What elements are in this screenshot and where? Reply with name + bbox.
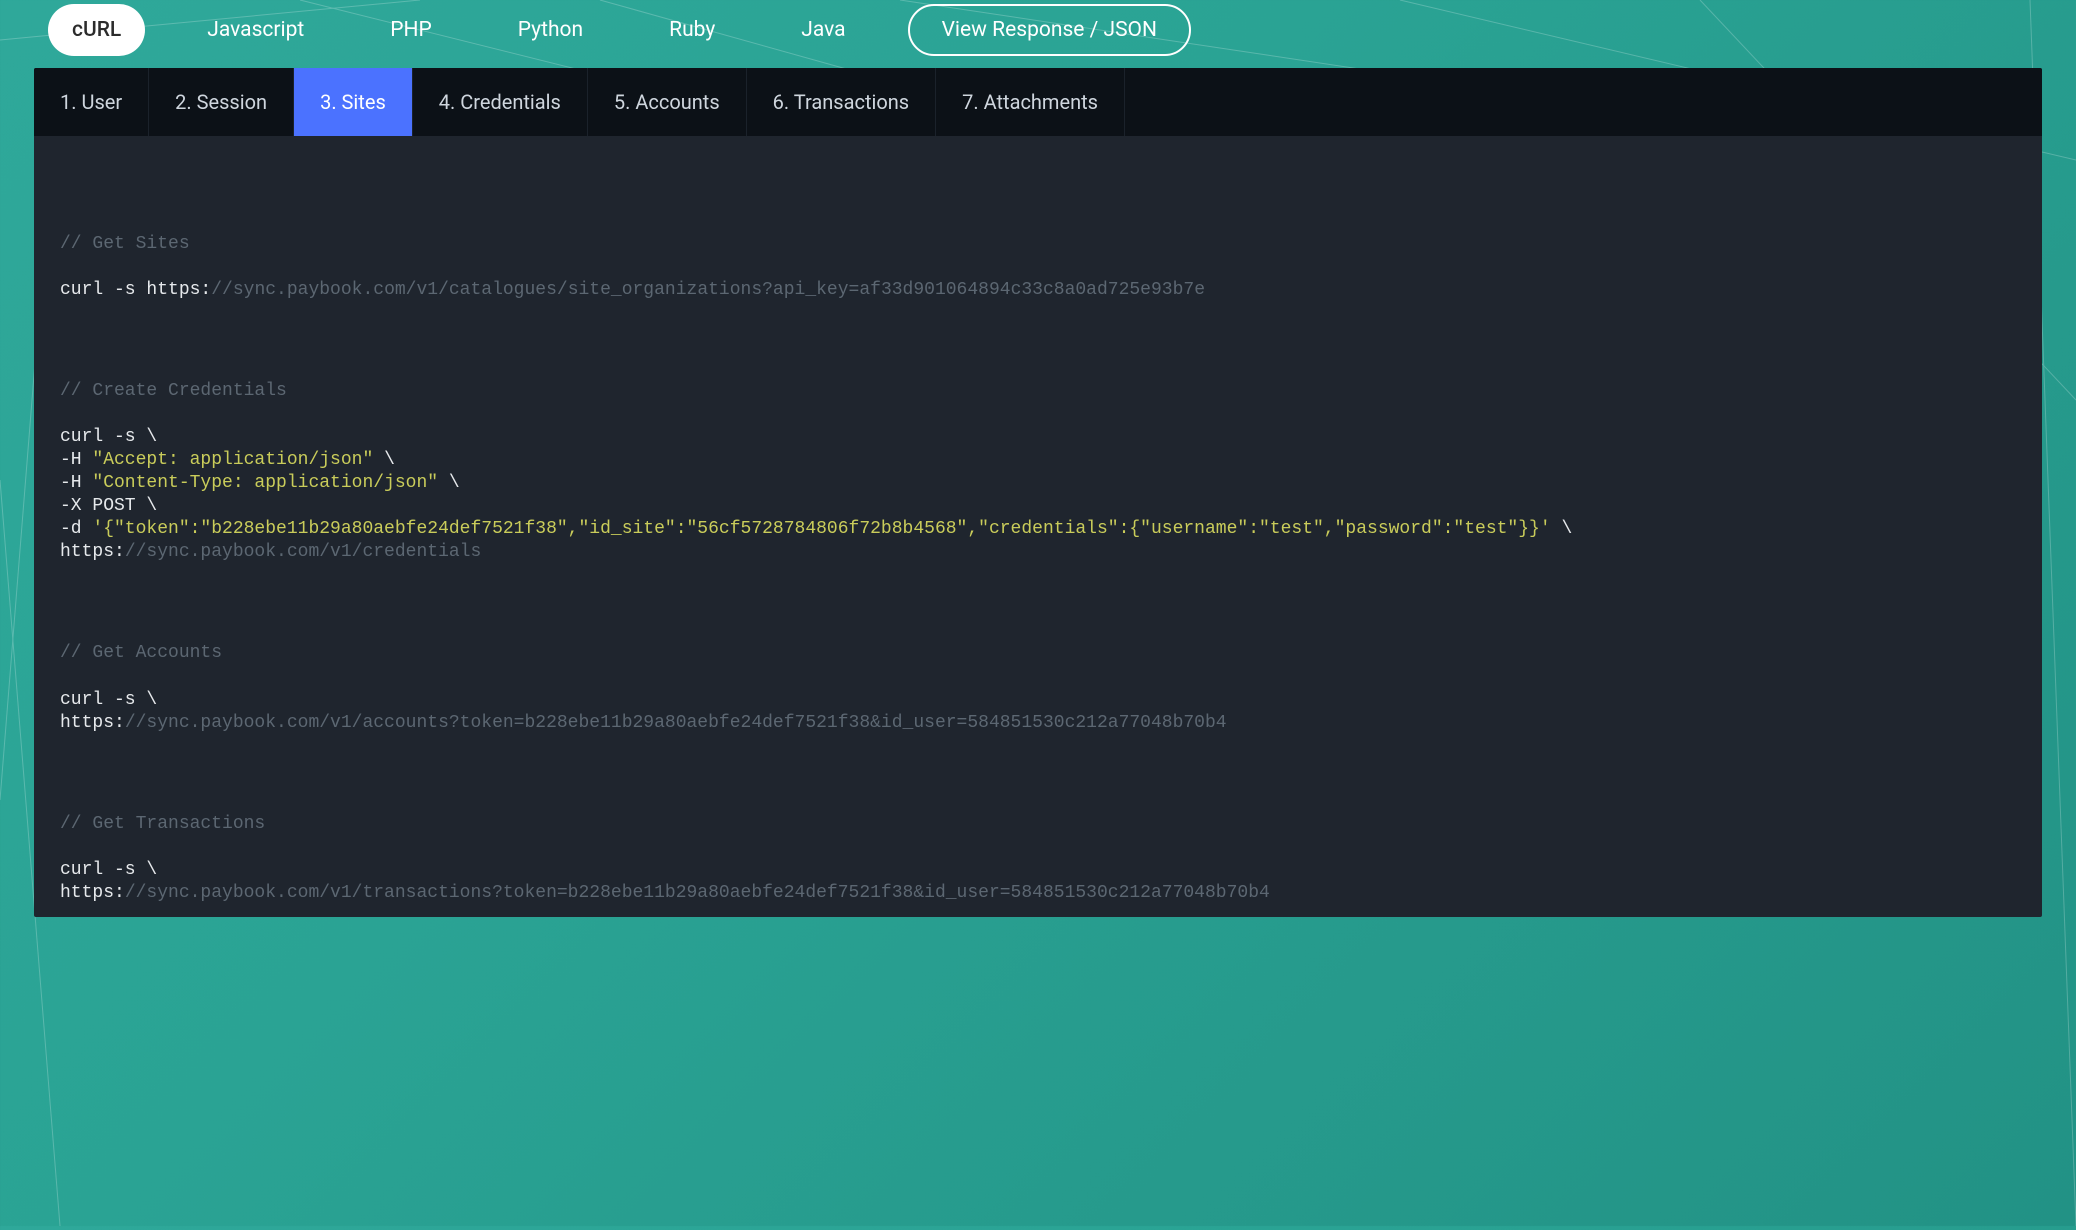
code-token: //sync.paybook.com/v1/credentials bbox=[125, 542, 481, 562]
code-token: \ bbox=[373, 450, 395, 470]
code-token: //sync.paybook.com/v1/accounts?token=b22… bbox=[125, 713, 1227, 733]
code-line: -d '{"token":"b228ebe11b29a80aebfe24def7… bbox=[60, 518, 2016, 541]
code-line: -X POST \ bbox=[60, 495, 2016, 518]
code-block: // Create Credentials curl -s \-H "Accep… bbox=[60, 380, 2016, 564]
code-token: curl -s \ bbox=[60, 690, 157, 710]
code-token: //sync.paybook.com/v1/transactions?token… bbox=[125, 883, 1270, 903]
code-token: -H bbox=[60, 450, 92, 470]
code-token: https: bbox=[60, 713, 125, 733]
lang-tab-php[interactable]: PHP bbox=[366, 4, 455, 56]
code-line: curl -s https://sync.paybook.com/v1/cata… bbox=[60, 279, 2016, 302]
code-token: -X POST \ bbox=[60, 496, 157, 516]
code-comment: // Create Credentials bbox=[60, 381, 287, 401]
code-comment: // Get Transactions bbox=[60, 814, 265, 834]
code-line: https://sync.paybook.com/v1/credentials bbox=[60, 541, 2016, 564]
code-token: "Content-Type: application/json" bbox=[92, 473, 438, 493]
code-block: // Get Accounts curl -s \https://sync.pa… bbox=[60, 642, 2016, 734]
code-line: curl -s \ bbox=[60, 426, 2016, 449]
code-token: curl -s bbox=[60, 280, 146, 300]
code-panel: 1. User2. Session3. Sites4. Credentials5… bbox=[34, 68, 2042, 917]
code-line: curl -s \ bbox=[60, 689, 2016, 712]
code-token: "Accept: application/json" bbox=[92, 450, 373, 470]
lang-tab-ruby[interactable]: Ruby bbox=[645, 4, 739, 56]
lang-tab-javascript[interactable]: Javascript bbox=[183, 4, 328, 56]
step-tab--sites[interactable]: 3. Sites bbox=[294, 68, 413, 136]
code-token: curl -s \ bbox=[60, 860, 157, 880]
code-line: curl -s \ bbox=[60, 859, 2016, 882]
step-tab--transactions[interactable]: 6. Transactions bbox=[747, 68, 936, 136]
code-comment: // Get Accounts bbox=[60, 643, 222, 663]
code-line: https://sync.paybook.com/v1/accounts?tok… bbox=[60, 712, 2016, 735]
code-token: curl -s \ bbox=[60, 427, 157, 447]
code-block: // Get Sites curl -s https://sync.payboo… bbox=[60, 233, 2016, 302]
step-tab--credentials[interactable]: 4. Credentials bbox=[413, 68, 588, 136]
code-comment: // Get Sites bbox=[60, 234, 190, 254]
code-block: // Get Transactions curl -s \https://syn… bbox=[60, 813, 2016, 905]
language-tabs-row: cURL Javascript PHP Python Ruby Java View Resp… bbox=[34, 4, 2042, 68]
code-token: '{"token":"b228ebe11b29a80aebfe24def7521… bbox=[92, 519, 1550, 539]
code-token: https: bbox=[60, 542, 125, 562]
step-tab--attachments[interactable]: 7. Attachments bbox=[936, 68, 1125, 136]
lang-tab-curl[interactable]: cURL bbox=[48, 4, 145, 56]
code-token: https: bbox=[60, 883, 125, 903]
code-token: -d bbox=[60, 519, 92, 539]
code-token: \ bbox=[1551, 519, 1573, 539]
code-line: -H "Accept: application/json" \ bbox=[60, 449, 2016, 472]
code-token: \ bbox=[438, 473, 460, 493]
view-response-button[interactable]: View Response / JSON bbox=[908, 4, 1191, 56]
lang-tab-java[interactable]: Java bbox=[777, 4, 869, 56]
step-tab--user[interactable]: 1. User bbox=[34, 68, 149, 136]
step-tab--session[interactable]: 2. Session bbox=[149, 68, 294, 136]
code-token: https: bbox=[146, 280, 211, 300]
step-tabs-row: 1. User2. Session3. Sites4. Credentials5… bbox=[34, 68, 2042, 136]
code-token: -H bbox=[60, 473, 92, 493]
code-line: -H "Content-Type: application/json" \ bbox=[60, 472, 2016, 495]
lang-tab-python[interactable]: Python bbox=[494, 4, 607, 56]
code-line: https://sync.paybook.com/v1/transactions… bbox=[60, 882, 2016, 905]
code-area: // Get Sites curl -s https://sync.payboo… bbox=[34, 136, 2042, 917]
step-tab--accounts[interactable]: 5. Accounts bbox=[588, 68, 747, 136]
code-token: //sync.paybook.com/v1/catalogues/site_or… bbox=[211, 280, 1205, 300]
